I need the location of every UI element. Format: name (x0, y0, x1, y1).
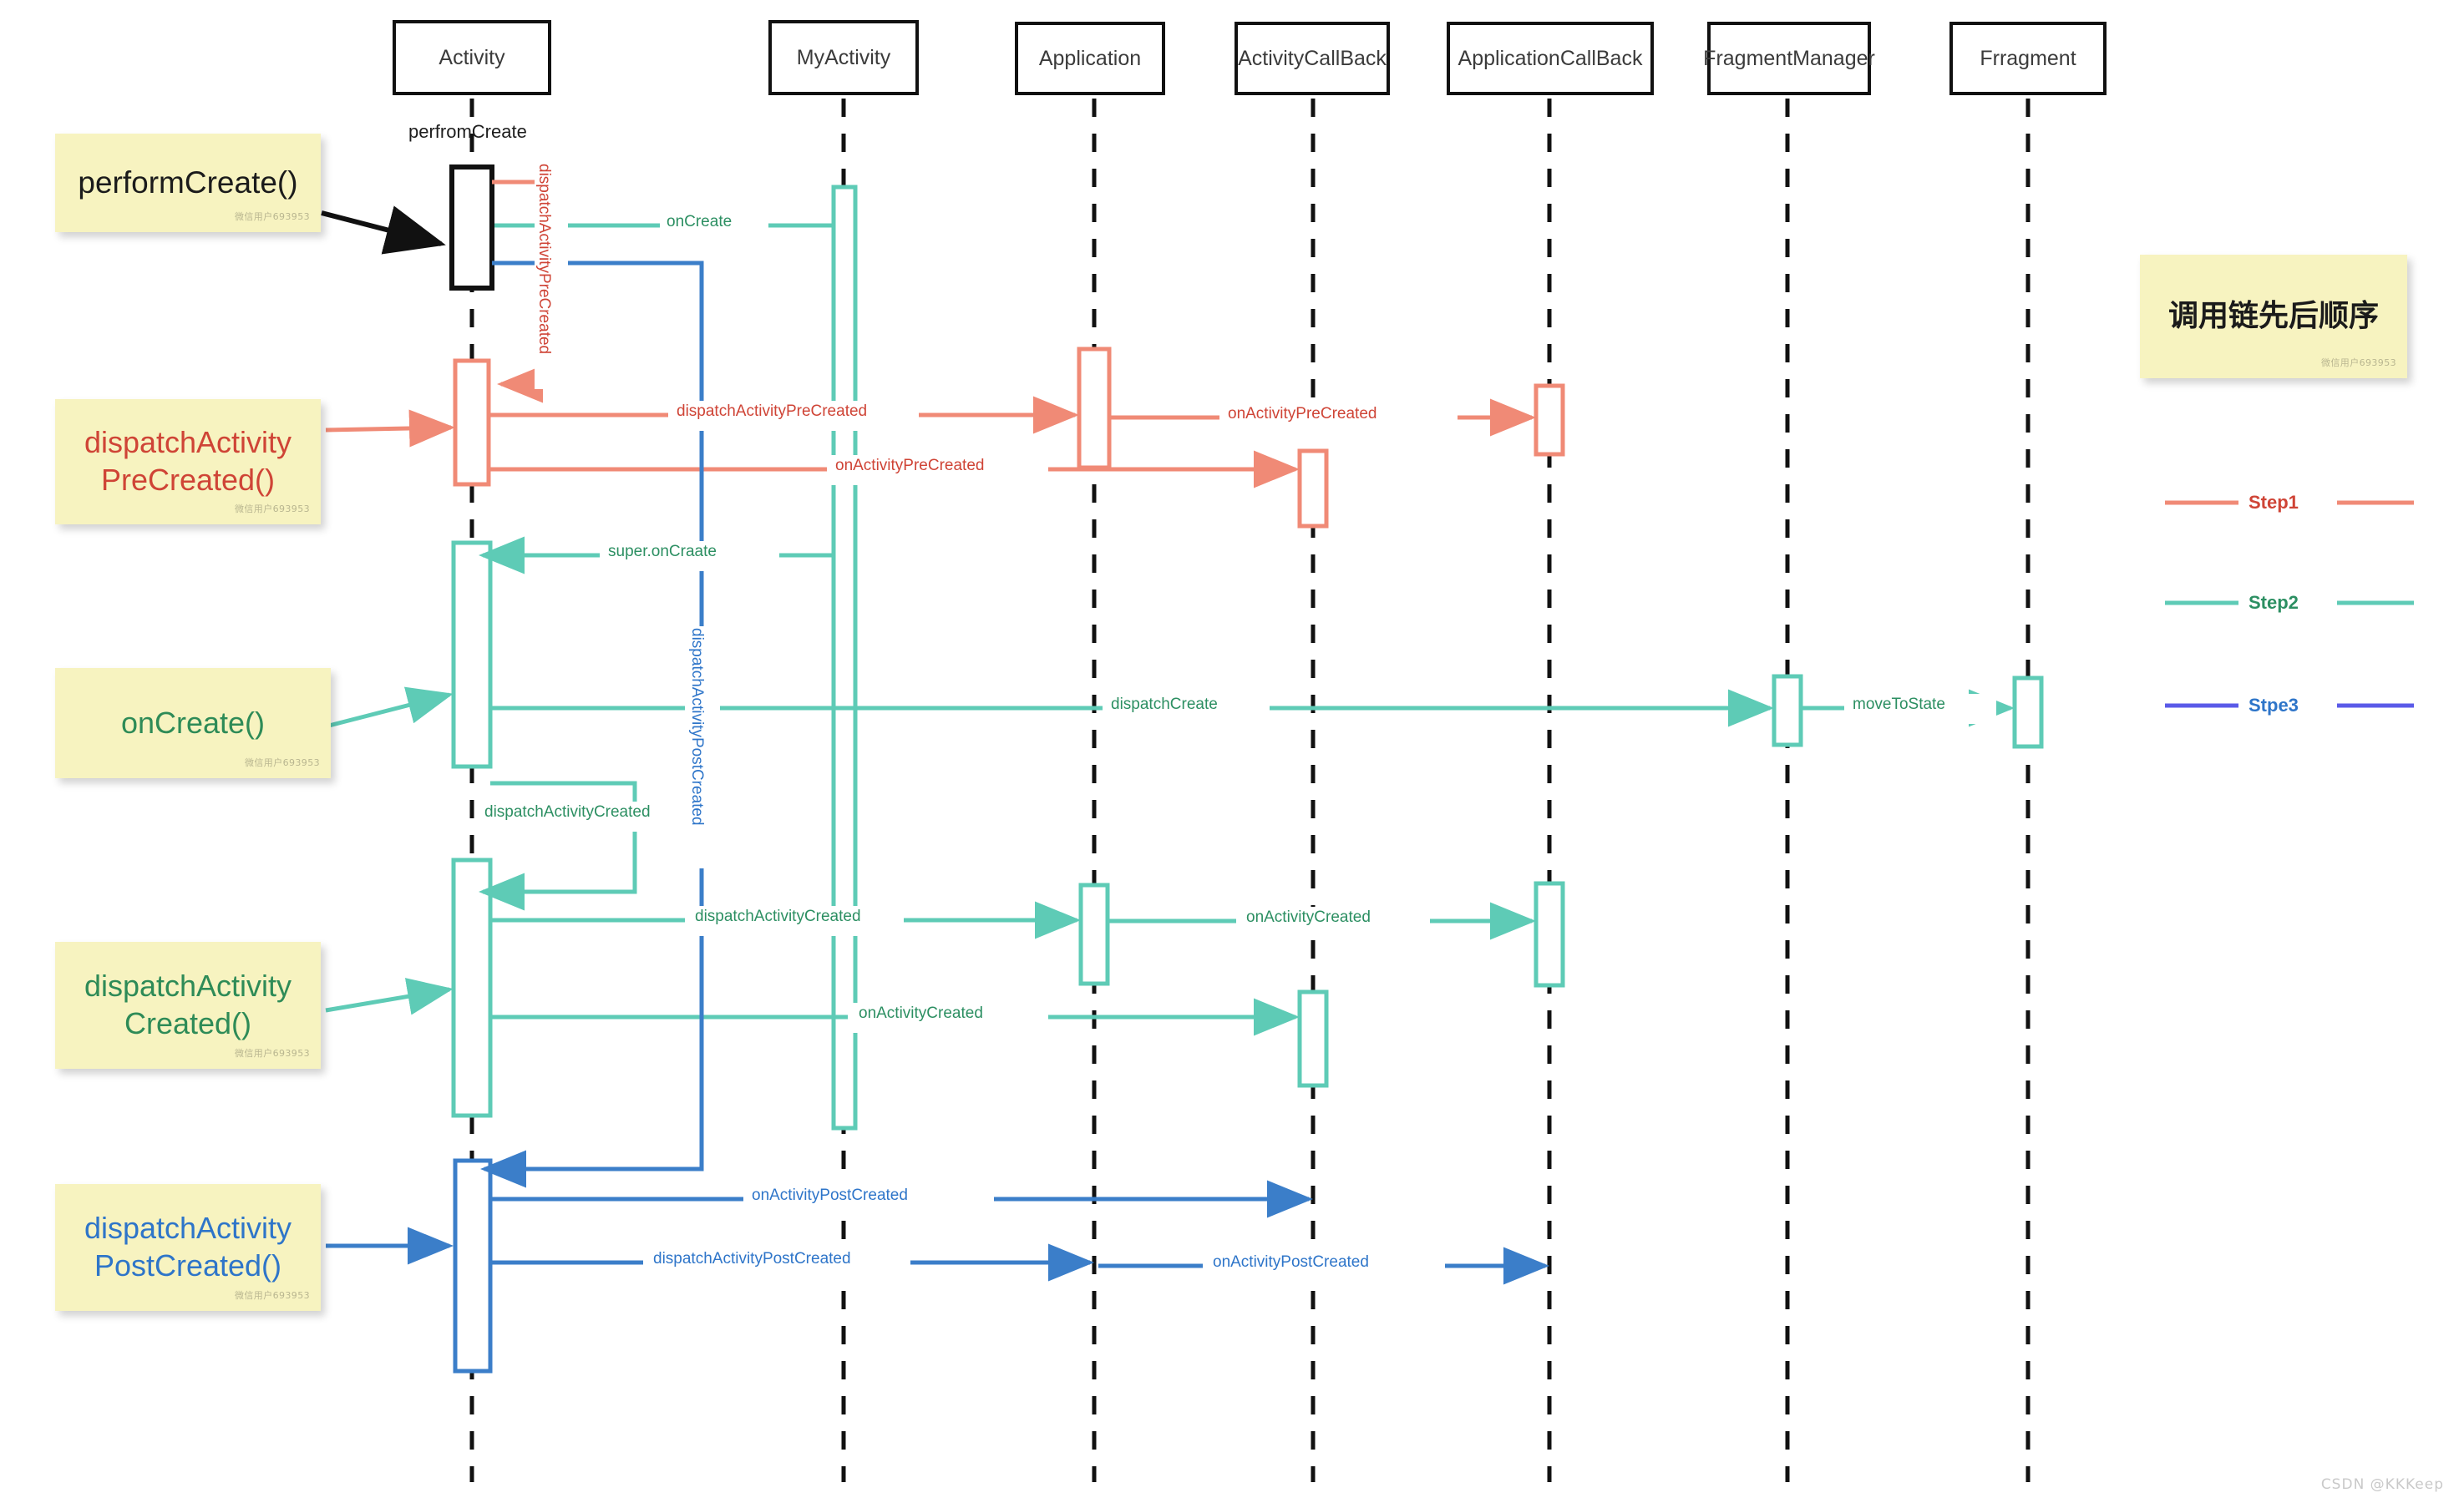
lifeline-header-myactivity[interactable]: MyActivity (768, 20, 919, 95)
lifeline-header-applicationcallback[interactable]: ApplicationCallBack (1447, 22, 1654, 95)
activation-appcallback-created (1534, 881, 1565, 988)
legend-label-step3: Stpe3 (2249, 695, 2299, 716)
message-label-onactivityprecreated-activity: onActivityPreCreated (835, 457, 985, 474)
lifeline-label-frragment: Frragment (1980, 46, 2076, 70)
note-text-legend-title: 调用链先后顺序 (2167, 298, 2379, 333)
note-text-dispatchactivitypostcreated: dispatchActivity PostCreated() (84, 1211, 292, 1283)
message-label-dispatchactivitycreated: dispatchActivityCreated (695, 908, 861, 925)
note-text-dispatchactivityprecreated: dispatchActivity PreCreated() (84, 425, 292, 497)
activation-myactivity (831, 185, 858, 1131)
activation-activity-postcreated (453, 1158, 493, 1374)
lifeline-header-activity[interactable]: Activity (393, 20, 551, 95)
lifeline-label-application: Application (1038, 46, 1142, 70)
note-watermark: 微信用户693953 (235, 504, 310, 514)
activation-activitycallback-precreated (1297, 448, 1329, 529)
activation-performcreate (449, 164, 494, 291)
note-text-performcreate: performCreate() (78, 165, 298, 200)
message-label-dispatchcreate: dispatchCreate (1111, 696, 1218, 713)
arrow-self-dispatchactivitycreated (479, 781, 637, 911)
message-label-onactivitycreated-activity: onActivityCreated (859, 1004, 983, 1022)
corner-watermark: CSDN @KKKeep (2320, 1476, 2444, 1493)
note-text-oncreate: onCreate() (120, 705, 266, 740)
activation-fragmentmanager (1772, 674, 1803, 747)
note-dispatchactivityprecreated[interactable]: dispatchActivity PreCreated() 微信用户693953 (55, 399, 321, 524)
arrow-performcreate-entry (321, 205, 446, 255)
activation-application-precreated (1077, 347, 1112, 470)
note-watermark: 微信用户693953 (245, 757, 320, 768)
note-dispatchactivitycreated[interactable]: dispatchActivity Created() 微信用户693953 (55, 942, 321, 1069)
message-label-movetostate: moveToState (1853, 696, 1945, 713)
leader-note-created (325, 978, 454, 1015)
message-label-superoncreate: super.onCraate (608, 543, 717, 560)
message-label-onactivitypostcreated-2: onActivityPostCreated (1213, 1253, 1369, 1271)
sequence-diagram-svg (321, 99, 2414, 1482)
lifeline-label-applicationcallback: ApplicationCallBack (1458, 46, 1643, 70)
leader-note-oncreate (325, 686, 454, 729)
message-label-onactivitypostcreated-1: onActivityPostCreated (752, 1187, 908, 1204)
activation-activity-precreated (453, 358, 491, 487)
message-label-onactivitycreated-app: onActivityCreated (1246, 908, 1371, 926)
lifeline-label-activity: Activity (439, 45, 505, 69)
lifeline-header-activitycallback[interactable]: ActivityCallBack (1235, 22, 1390, 95)
note-oncreate[interactable]: onCreate() 微信用户693953 (55, 668, 331, 778)
activation-activity-oncreate (451, 540, 493, 769)
message-label-oncreate: onCreate (667, 213, 733, 230)
message-label-dispatchactivitypostcreated: dispatchActivityPostCreated (653, 1250, 851, 1268)
activation-appcallback-precreated (1534, 383, 1565, 457)
note-dispatchactivitypostcreated[interactable]: dispatchActivity PostCreated() 微信用户69395… (55, 1184, 321, 1311)
leader-note-precreated (325, 409, 455, 448)
lifeline-label-fragmentmanager: FragmentManager (1703, 46, 1875, 70)
legend-label-step2: Step2 (2249, 592, 2299, 613)
activation-application-created (1078, 883, 1110, 986)
note-watermark: 微信用户693953 (235, 211, 310, 222)
note-watermark: 微信用户693953 (2321, 357, 2396, 368)
activation-activity-created (451, 858, 493, 1118)
lifeline-header-application[interactable]: Application (1015, 22, 1165, 95)
message-label-self-dispatchactivitycreated: dispatchActivityCreated (484, 803, 651, 821)
message-label-self-dispatchactivitypostcreated: dispatchActivityPostCreated (688, 628, 706, 826)
message-label-dispatchactivityprecreated: dispatchActivityPreCreated (677, 402, 868, 420)
note-watermark: 微信用户693953 (235, 1048, 310, 1059)
note-performcreate[interactable]: performCreate() 微信用户693953 (55, 134, 321, 232)
note-legend-title[interactable]: 调用链先后顺序 微信用户693953 (2140, 255, 2407, 378)
lifeline-header-frragment[interactable]: Frragment (1949, 22, 2107, 95)
legend-label-step1: Step1 (2249, 492, 2299, 513)
message-label-self-dispatchactivityprecreated: dispatchActivityPreCreated (535, 164, 553, 355)
note-watermark: 微信用户693953 (235, 1290, 310, 1301)
activation-frragment (2012, 676, 2044, 749)
lifeline-header-fragmentmanager[interactable]: FragmentManager (1703, 22, 1875, 95)
lifeline-label-activitycallback: ActivityCallBack (1238, 46, 1387, 70)
activation-activitycallback-created (1297, 989, 1329, 1088)
note-text-dispatchactivitycreated: dispatchActivity Created() (84, 969, 292, 1040)
entry-point-label: perfromCreate (408, 121, 527, 142)
diagram-canvas: Activity MyActivity Application Activity… (0, 0, 2464, 1508)
arrow-self-dispatchactivitypostcreated (480, 261, 704, 1188)
lifeline-label-myactivity: MyActivity (796, 45, 891, 69)
message-label-onactivityprecreated-app: onActivityPreCreated (1228, 405, 1377, 423)
